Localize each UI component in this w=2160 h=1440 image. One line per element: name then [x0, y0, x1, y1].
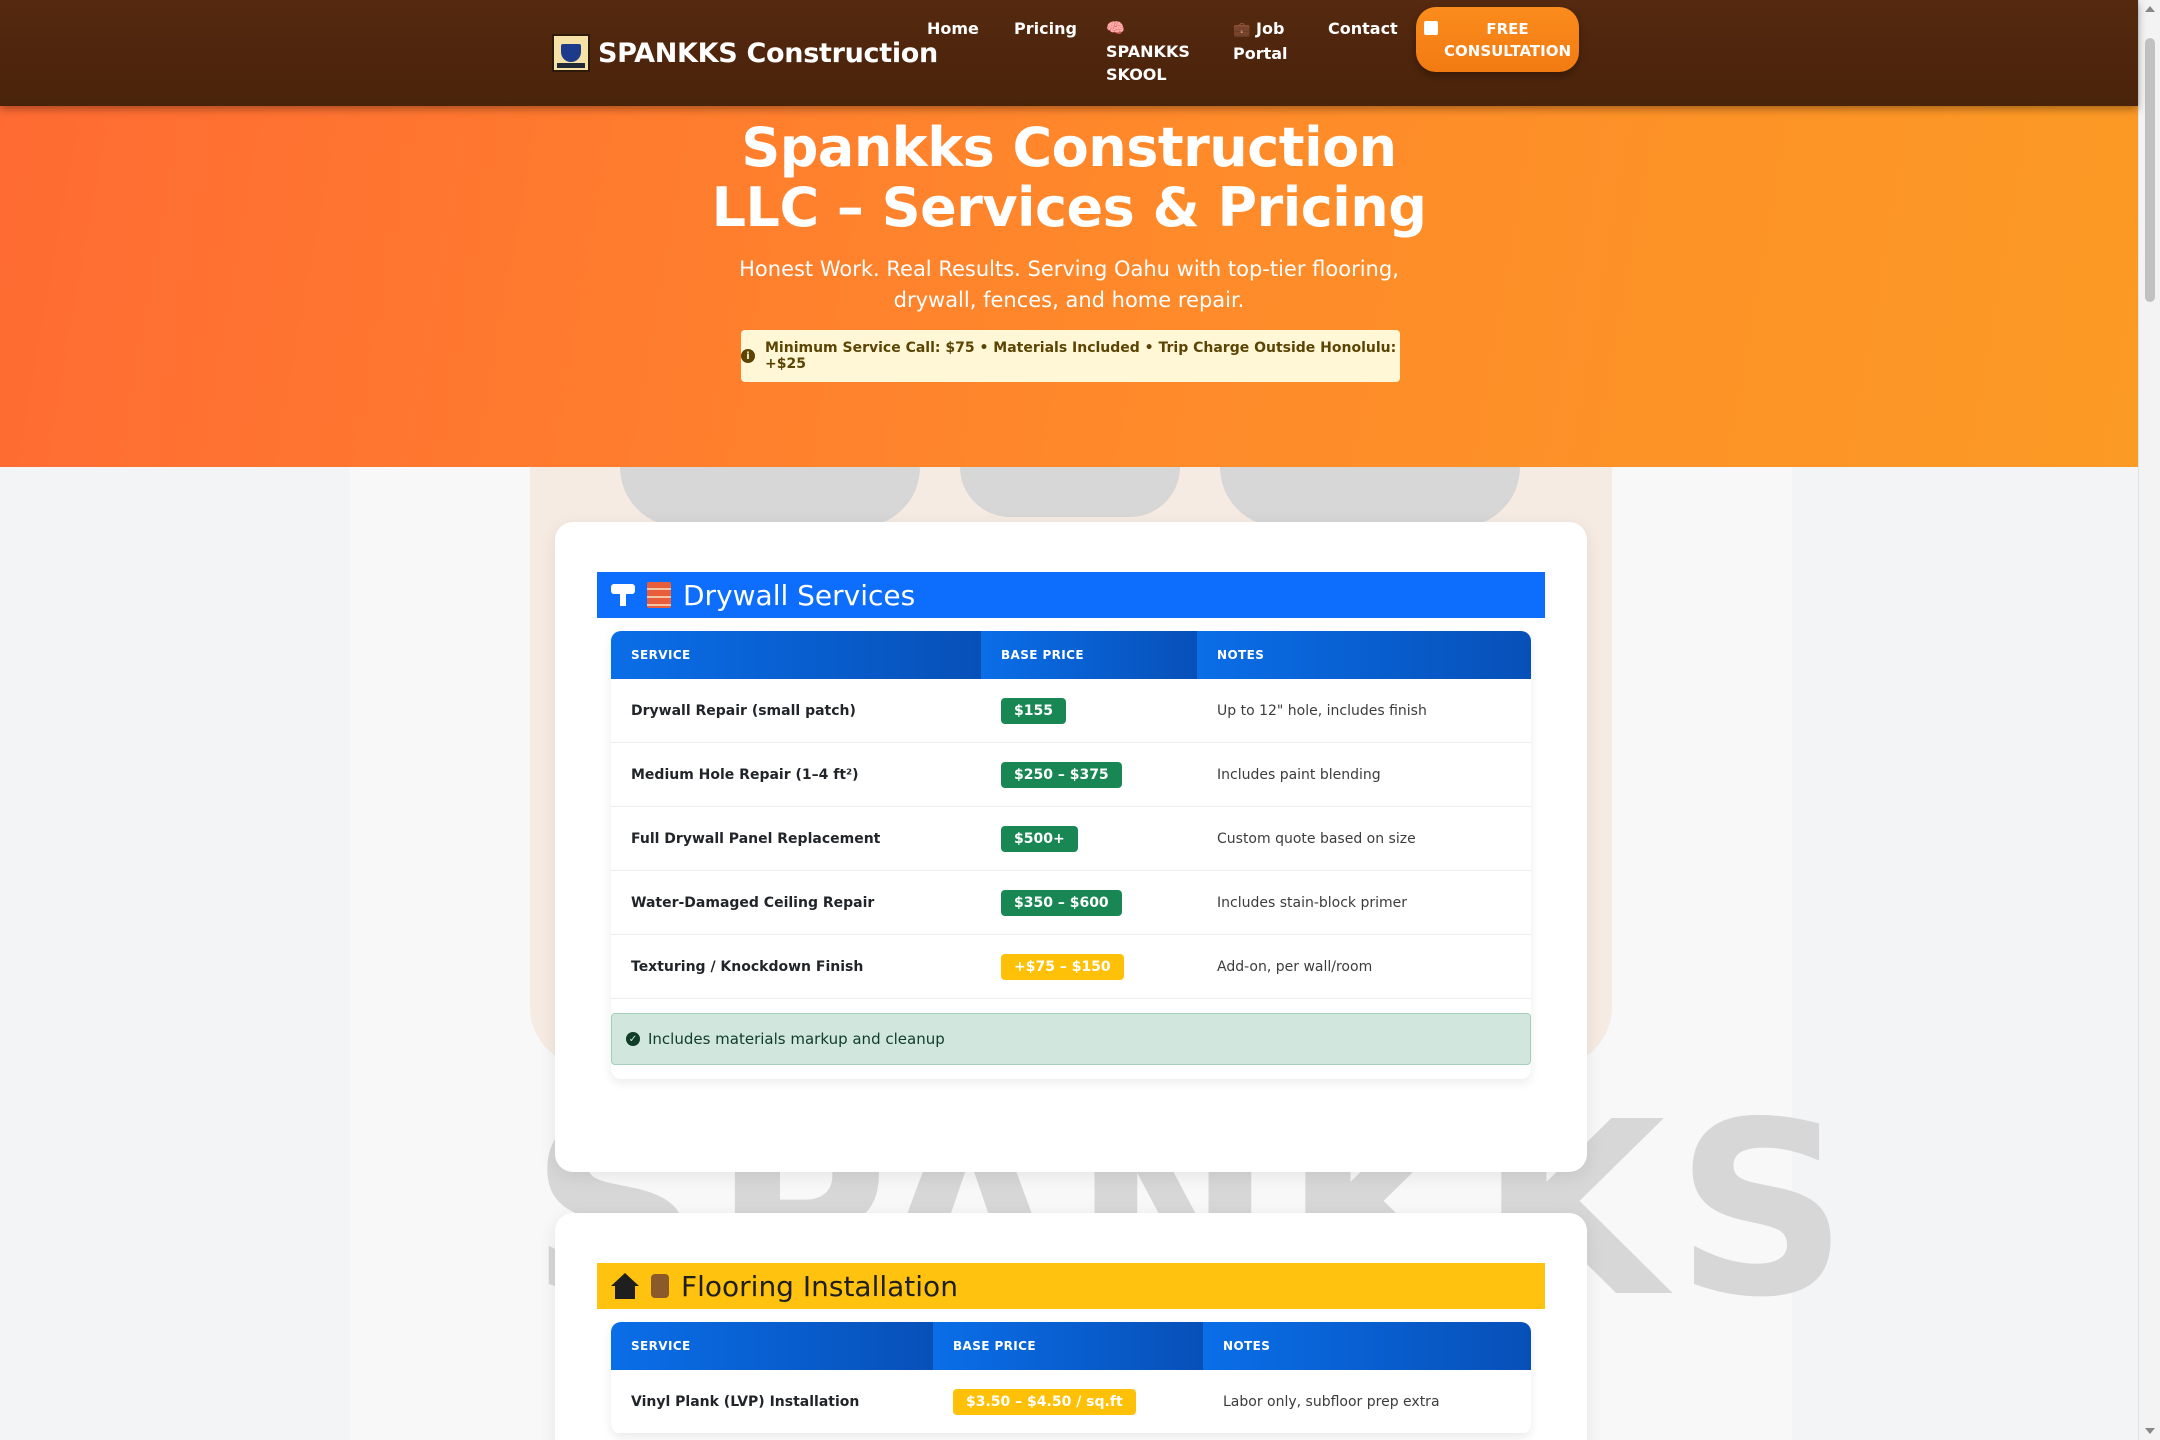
- house-icon: [611, 1273, 639, 1299]
- brain-icon: 🧠: [1106, 19, 1125, 37]
- service-notes: Includes paint blending: [1217, 766, 1381, 783]
- service-name: Texturing / Knockdown Finish: [631, 958, 864, 975]
- service-notes: Add-on, per wall/room: [1217, 958, 1373, 975]
- service-notice-text: Minimum Service Call: $75 • Materials In…: [765, 340, 1397, 372]
- column-header-base-price: Base Price: [933, 1322, 1203, 1370]
- table-row: Texturing / Knockdown Finish +$75 – $150…: [611, 935, 1531, 999]
- column-header-notes: Notes: [1203, 1322, 1531, 1370]
- service-notes: Up to 12" hole, includes finish: [1217, 702, 1427, 719]
- service-notes: Includes stain-block primer: [1217, 894, 1408, 911]
- drywall-price-table: Service Base Price Notes Drywall Repair …: [611, 631, 1531, 1079]
- table-row: Vinyl Plank (LVP) Installation $3.50 – $…: [611, 1370, 1531, 1434]
- price-badge: $350 – $600: [1001, 889, 1122, 916]
- service-notes: Labor only, subfloor prep extra: [1223, 1393, 1440, 1410]
- top-navbar: SPANKKS Construction Home Pricing 🧠 SPAN…: [0, 0, 2138, 106]
- scroll-down-icon[interactable]: [2145, 1428, 2155, 1434]
- scroll-up-icon[interactable]: [2145, 6, 2155, 12]
- brand-name: SPANKKS Construction: [598, 37, 938, 69]
- check-circle-icon: ✓: [626, 1032, 640, 1046]
- nav-item-contact[interactable]: Contact: [1328, 17, 1398, 40]
- hero-subtitle: Honest Work. Real Results. Serving Oahu …: [739, 257, 1399, 312]
- service-name: Water-Damaged Ceiling Repair: [631, 894, 875, 911]
- page-title: Spankks Construction LLC – Services & Pr…: [711, 116, 1427, 239]
- flooring-header: Flooring Installation: [597, 1263, 1545, 1309]
- watermark-shape: [960, 467, 1180, 517]
- watermark-shape: [1220, 467, 1520, 527]
- section-title: Drywall Services: [683, 578, 916, 612]
- nav-item-home[interactable]: Home: [927, 17, 979, 40]
- price-badge: $3.50 – $4.50 / sq.ft: [953, 1388, 1136, 1415]
- service-notes: Custom quote based on size: [1217, 830, 1416, 847]
- wood-icon: [651, 1274, 669, 1298]
- flooring-card: Flooring Installation Service Base Price…: [555, 1213, 1587, 1440]
- briefcase-icon: 💼: [1233, 22, 1251, 38]
- table-row: Full Drywall Panel Replacement $500+ Cus…: [611, 807, 1531, 871]
- brand-link[interactable]: SPANKKS Construction: [552, 34, 938, 72]
- nav-item-label: SPANKKS SKOOL: [1106, 42, 1190, 84]
- paint-roller-icon: [611, 582, 635, 608]
- service-name: Medium Hole Repair (1–4 ft²): [631, 766, 859, 783]
- included-note: ✓ Includes materials markup and cleanup: [611, 1013, 1531, 1065]
- service-name: Drywall Repair (small patch): [631, 702, 856, 719]
- nav-item-pricing[interactable]: Pricing: [1014, 17, 1077, 40]
- service-name: Vinyl Plank (LVP) Installation: [631, 1393, 860, 1410]
- scroll-thumb[interactable]: [2145, 38, 2155, 302]
- drywall-header: Drywall Services: [597, 572, 1545, 618]
- brick-icon: [647, 582, 671, 608]
- column-header-service: Service: [611, 1322, 933, 1370]
- column-header-service: Service: [611, 631, 981, 679]
- section-title: Flooring Installation: [681, 1269, 958, 1303]
- nav-item-job-portal[interactable]: 💼 Job Portal: [1233, 17, 1303, 65]
- nav-item-spankks-skool[interactable]: 🧠 SPANKKS SKOOL: [1106, 17, 1190, 86]
- brand-logo-icon: [552, 34, 590, 72]
- flooring-price-table: Service Base Price Notes Vinyl Plank (LV…: [611, 1322, 1531, 1434]
- page-scrollbar[interactable]: [2138, 0, 2160, 1440]
- table-row: Drywall Repair (small patch) $155 Up to …: [611, 679, 1531, 743]
- table-row: Medium Hole Repair (1–4 ft²) $250 – $375…: [611, 743, 1531, 807]
- included-note-text: Includes materials markup and cleanup: [648, 1030, 945, 1048]
- cta-label: FREE CONSULTATION: [1444, 19, 1572, 60]
- watermark-shape: [620, 467, 920, 527]
- table-row: Water-Damaged Ceiling Repair $350 – $600…: [611, 871, 1531, 935]
- price-badge: $250 – $375: [1001, 761, 1122, 788]
- service-name: Full Drywall Panel Replacement: [631, 830, 881, 847]
- info-icon: i: [741, 349, 755, 363]
- price-badge: $500+: [1001, 825, 1078, 852]
- table-header: Service Base Price Notes: [611, 631, 1531, 679]
- price-badge: +$75 – $150: [1001, 953, 1124, 980]
- table-header: Service Base Price Notes: [611, 1322, 1531, 1370]
- column-header-notes: Notes: [1197, 631, 1531, 679]
- service-notice: i Minimum Service Call: $75 • Materials …: [741, 330, 1400, 382]
- drywall-card: Drywall Services Service Base Price Note…: [555, 522, 1587, 1172]
- calendar-icon: [1424, 21, 1438, 35]
- column-header-base-price: Base Price: [981, 631, 1197, 679]
- price-badge: $155: [1001, 697, 1066, 724]
- free-consultation-button[interactable]: FREE CONSULTATION: [1416, 7, 1579, 72]
